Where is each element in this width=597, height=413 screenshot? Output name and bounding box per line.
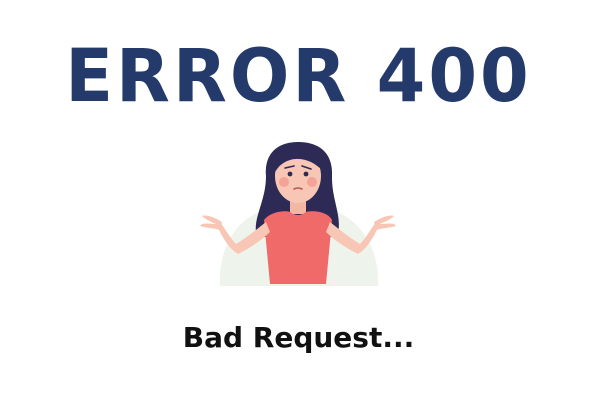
confused-shrug-woman-icon [198, 136, 398, 288]
error-page: ERROR 400 Bad Request... [0, 0, 597, 413]
error-title: ERROR 400 [65, 32, 532, 120]
error-message: Bad Request... [182, 321, 415, 354]
